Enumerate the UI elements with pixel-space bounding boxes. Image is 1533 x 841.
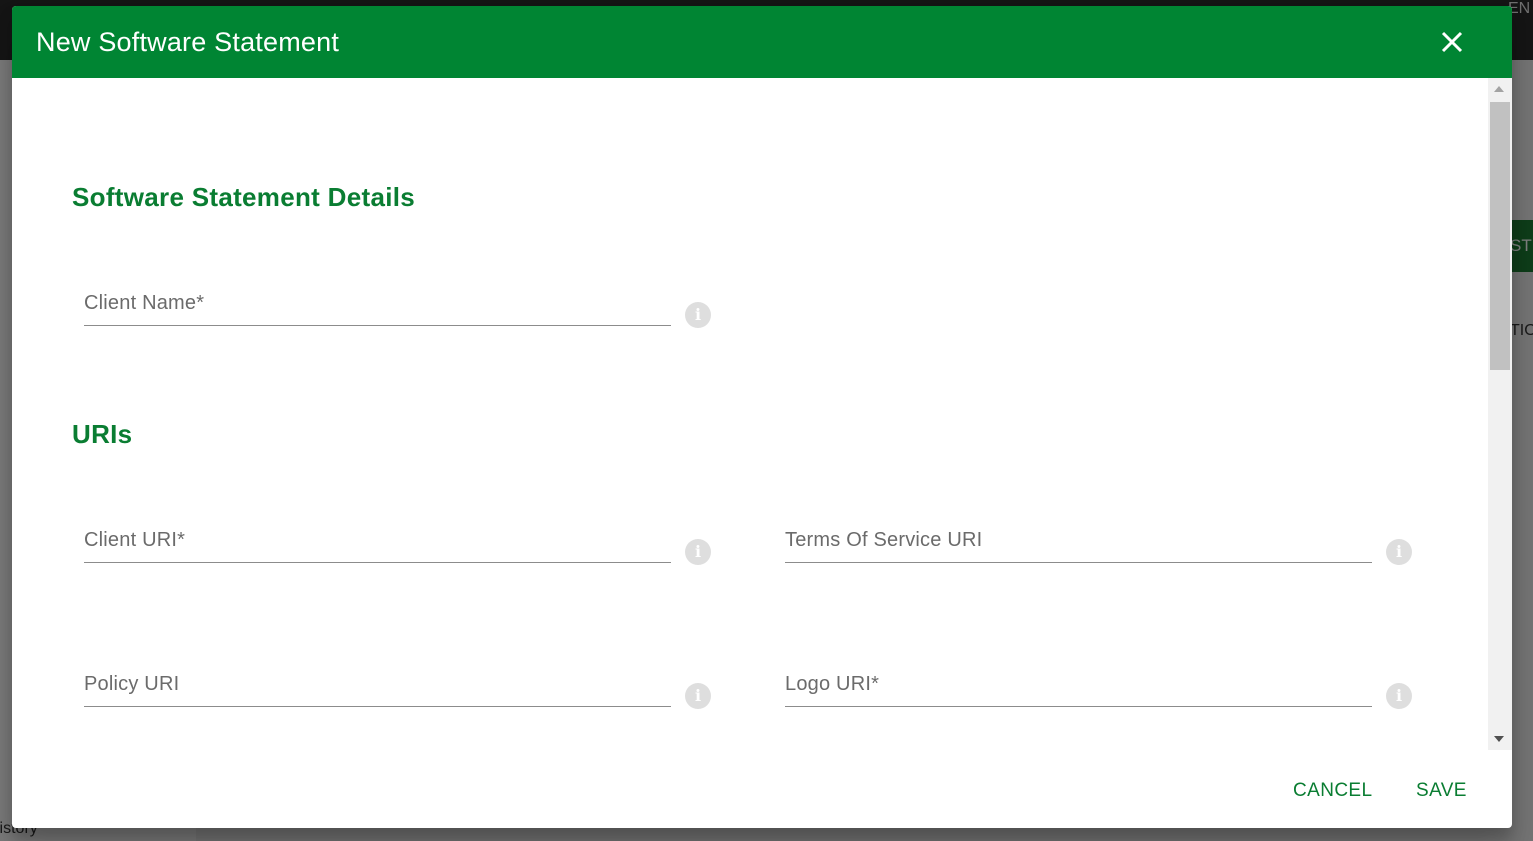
client-uri-input[interactable] xyxy=(84,523,675,565)
scroll-up-arrow-icon[interactable] xyxy=(1494,86,1504,92)
dialog-body: Software Statement Details Client Name* … xyxy=(12,78,1488,750)
section-title-details: Software Statement Details xyxy=(72,182,416,212)
info-icon[interactable]: i xyxy=(685,302,711,328)
field-underline xyxy=(785,562,1372,563)
info-icon[interactable]: i xyxy=(1386,683,1412,709)
field-underline xyxy=(84,562,671,563)
field-underline xyxy=(84,325,671,326)
terms-of-service-uri-input[interactable] xyxy=(785,523,1376,565)
dialog-title: New Software Statement xyxy=(36,27,340,57)
policy-uri-field[interactable]: Policy URI xyxy=(84,667,675,709)
policy-uri-input[interactable] xyxy=(84,667,675,709)
client-uri-field[interactable]: Client URI* xyxy=(84,523,675,565)
info-icon[interactable]: i xyxy=(685,683,711,709)
field-underline xyxy=(785,706,1372,707)
section-title-uris: URIs xyxy=(72,419,133,449)
scrollbar-thumb[interactable] xyxy=(1490,102,1510,370)
dialog-scrollbar[interactable] xyxy=(1488,78,1512,750)
scroll-down-arrow-icon[interactable] xyxy=(1494,736,1504,742)
close-button[interactable] xyxy=(1434,24,1470,60)
client-name-input[interactable] xyxy=(84,286,675,328)
dialog-actions: CANCEL SAVE xyxy=(12,750,1512,828)
field-underline xyxy=(84,706,671,707)
logo-uri-input[interactable] xyxy=(785,667,1376,709)
logo-uri-field[interactable]: Logo URI* xyxy=(785,667,1376,709)
new-software-statement-dialog: New Software Statement Software Statemen… xyxy=(12,6,1512,828)
terms-of-service-uri-field[interactable]: Terms Of Service URI xyxy=(785,523,1376,565)
info-icon[interactable]: i xyxy=(1386,539,1412,565)
save-button[interactable]: SAVE xyxy=(1416,780,1467,802)
info-icon[interactable]: i xyxy=(685,539,711,565)
close-icon xyxy=(1441,31,1463,53)
dialog-header: New Software Statement xyxy=(12,6,1512,78)
client-name-field[interactable]: Client Name* xyxy=(84,286,675,328)
cancel-button[interactable]: CANCEL xyxy=(1293,780,1372,802)
